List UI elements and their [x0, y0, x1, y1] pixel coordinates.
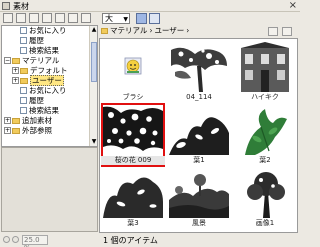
item-caption: ブラシ — [122, 93, 144, 101]
list-view-button[interactable] — [149, 13, 160, 24]
item-caption: 風景 — [192, 219, 206, 227]
scroll-up-icon[interactable]: ▲ — [90, 26, 97, 34]
copy-button[interactable] — [42, 13, 52, 23]
thumbnail-view-button[interactable] — [136, 13, 147, 24]
material-item[interactable]: 04_114 — [167, 40, 231, 104]
folder-icon — [12, 57, 20, 64]
green-leaves-image-icon — [235, 105, 295, 155]
preview-pane — [1, 147, 98, 232]
thumbnail-size-select[interactable]: 大 ▼ — [102, 13, 130, 24]
window-title: 素材 — [13, 2, 29, 11]
material-grid: ブラシ 04_114 ハイキク 桜の花 009 葉1 葉2 葉3 風景 画像1 — [99, 38, 298, 233]
thumbnail-size-value: 大 — [105, 14, 113, 23]
save-button[interactable] — [29, 13, 39, 23]
material-item[interactable]: 葉1 — [167, 103, 231, 167]
chevron-down-icon: ▼ — [123, 16, 128, 23]
folder-tree: お気に入り 履歴 検索結果 − マテリアル + デフォルト + ユーザー お気に… — [1, 25, 98, 147]
folder-icon — [101, 27, 108, 34]
blossom-image-icon — [169, 42, 229, 92]
favorites-icon — [20, 87, 27, 94]
folder-icon — [12, 117, 20, 124]
zoom-control: 25.0 % — [0, 233, 98, 247]
tree-item-external-reference[interactable]: + 外部参照 — [4, 126, 52, 135]
breadcrumb-separator-icon: › — [149, 26, 153, 35]
delete-button[interactable] — [81, 13, 91, 23]
tree-item-user[interactable]: + ユーザー — [12, 75, 64, 86]
tree-item-additional-material[interactable]: + 追加素材 — [4, 116, 52, 125]
item-caption: 画像1 — [255, 219, 275, 227]
item-caption: 04_114 — [186, 93, 212, 101]
scroll-down-icon[interactable]: ▼ — [90, 138, 97, 146]
zoom-level[interactable]: 25.0 % — [22, 235, 48, 247]
tree-scrollbar[interactable]: ▲ ▼ — [89, 26, 97, 146]
material-item-selected[interactable]: 桜の花 009 — [101, 103, 165, 167]
expand-icon[interactable]: + — [4, 117, 11, 124]
folder-icon — [20, 67, 28, 74]
folder-up-button[interactable] — [268, 27, 278, 36]
tree-image-icon — [235, 168, 295, 218]
open-button[interactable] — [16, 13, 26, 23]
history-icon — [20, 37, 27, 44]
item-caption: 葉3 — [127, 219, 139, 227]
scrollbar-thumb[interactable] — [91, 42, 97, 82]
tree-item-search-results[interactable]: 検索結果 — [20, 46, 59, 55]
zoom-in-icon[interactable] — [12, 236, 19, 243]
leaves-image-icon — [169, 105, 229, 155]
status-text: 1 個のアイテム — [103, 236, 158, 245]
material-item[interactable]: 画像1 — [233, 166, 297, 230]
tree-item-favorites[interactable]: お気に入り — [20, 26, 67, 35]
item-caption: 葉1 — [193, 156, 205, 164]
breadcrumb-current[interactable]: ユーザー — [154, 25, 184, 36]
tree-item-material[interactable]: − マテリアル — [4, 56, 59, 65]
sakura-image-icon — [103, 105, 163, 155]
search-results-icon — [20, 107, 27, 114]
collapse-icon[interactable]: − — [4, 57, 11, 64]
folder-icon — [20, 77, 28, 84]
expand-icon[interactable]: + — [12, 67, 19, 74]
toolbar: 大 ▼ — [0, 12, 300, 24]
breadcrumb-root[interactable]: マテリアル — [110, 25, 147, 36]
building-image-icon — [235, 42, 295, 92]
material-item[interactable]: 葉3 — [101, 166, 165, 230]
expand-icon[interactable]: + — [4, 127, 11, 134]
favorites-icon — [20, 27, 27, 34]
landscape-image-icon — [169, 168, 229, 218]
history-icon — [20, 97, 27, 104]
tree-item-favorites-2[interactable]: お気に入り — [20, 86, 67, 95]
item-caption: 桜の花 009 — [101, 156, 165, 165]
zoom-out-icon[interactable] — [3, 236, 10, 243]
refresh-button[interactable] — [68, 13, 78, 23]
import-button[interactable] — [55, 13, 65, 23]
expand-icon[interactable]: + — [12, 77, 19, 84]
folder-icon — [12, 127, 20, 134]
item-caption: ハイキク — [251, 93, 279, 101]
tree-item-history-2[interactable]: 履歴 — [20, 96, 44, 105]
tree-item-default[interactable]: + デフォルト — [12, 66, 68, 75]
material-palette-icon — [2, 2, 10, 10]
title-bar: 素材 × — [0, 0, 300, 12]
new-folder-button[interactable] — [3, 13, 13, 23]
tree-item-search-results-2[interactable]: 検索結果 — [20, 106, 59, 115]
leaves-image-icon — [103, 168, 163, 218]
material-item[interactable]: ブラシ — [101, 40, 165, 104]
item-caption: 葉2 — [259, 156, 271, 164]
material-item[interactable]: 葉2 — [233, 103, 297, 167]
material-item[interactable]: 風景 — [167, 166, 231, 230]
brush-icon — [124, 57, 142, 75]
search-results-icon — [20, 47, 27, 54]
menu-button[interactable] — [282, 27, 292, 36]
material-item[interactable]: ハイキク — [233, 40, 297, 104]
close-icon[interactable]: × — [289, 0, 297, 12]
breadcrumb-separator-icon: › — [186, 26, 190, 35]
tree-item-history[interactable]: 履歴 — [20, 36, 44, 45]
